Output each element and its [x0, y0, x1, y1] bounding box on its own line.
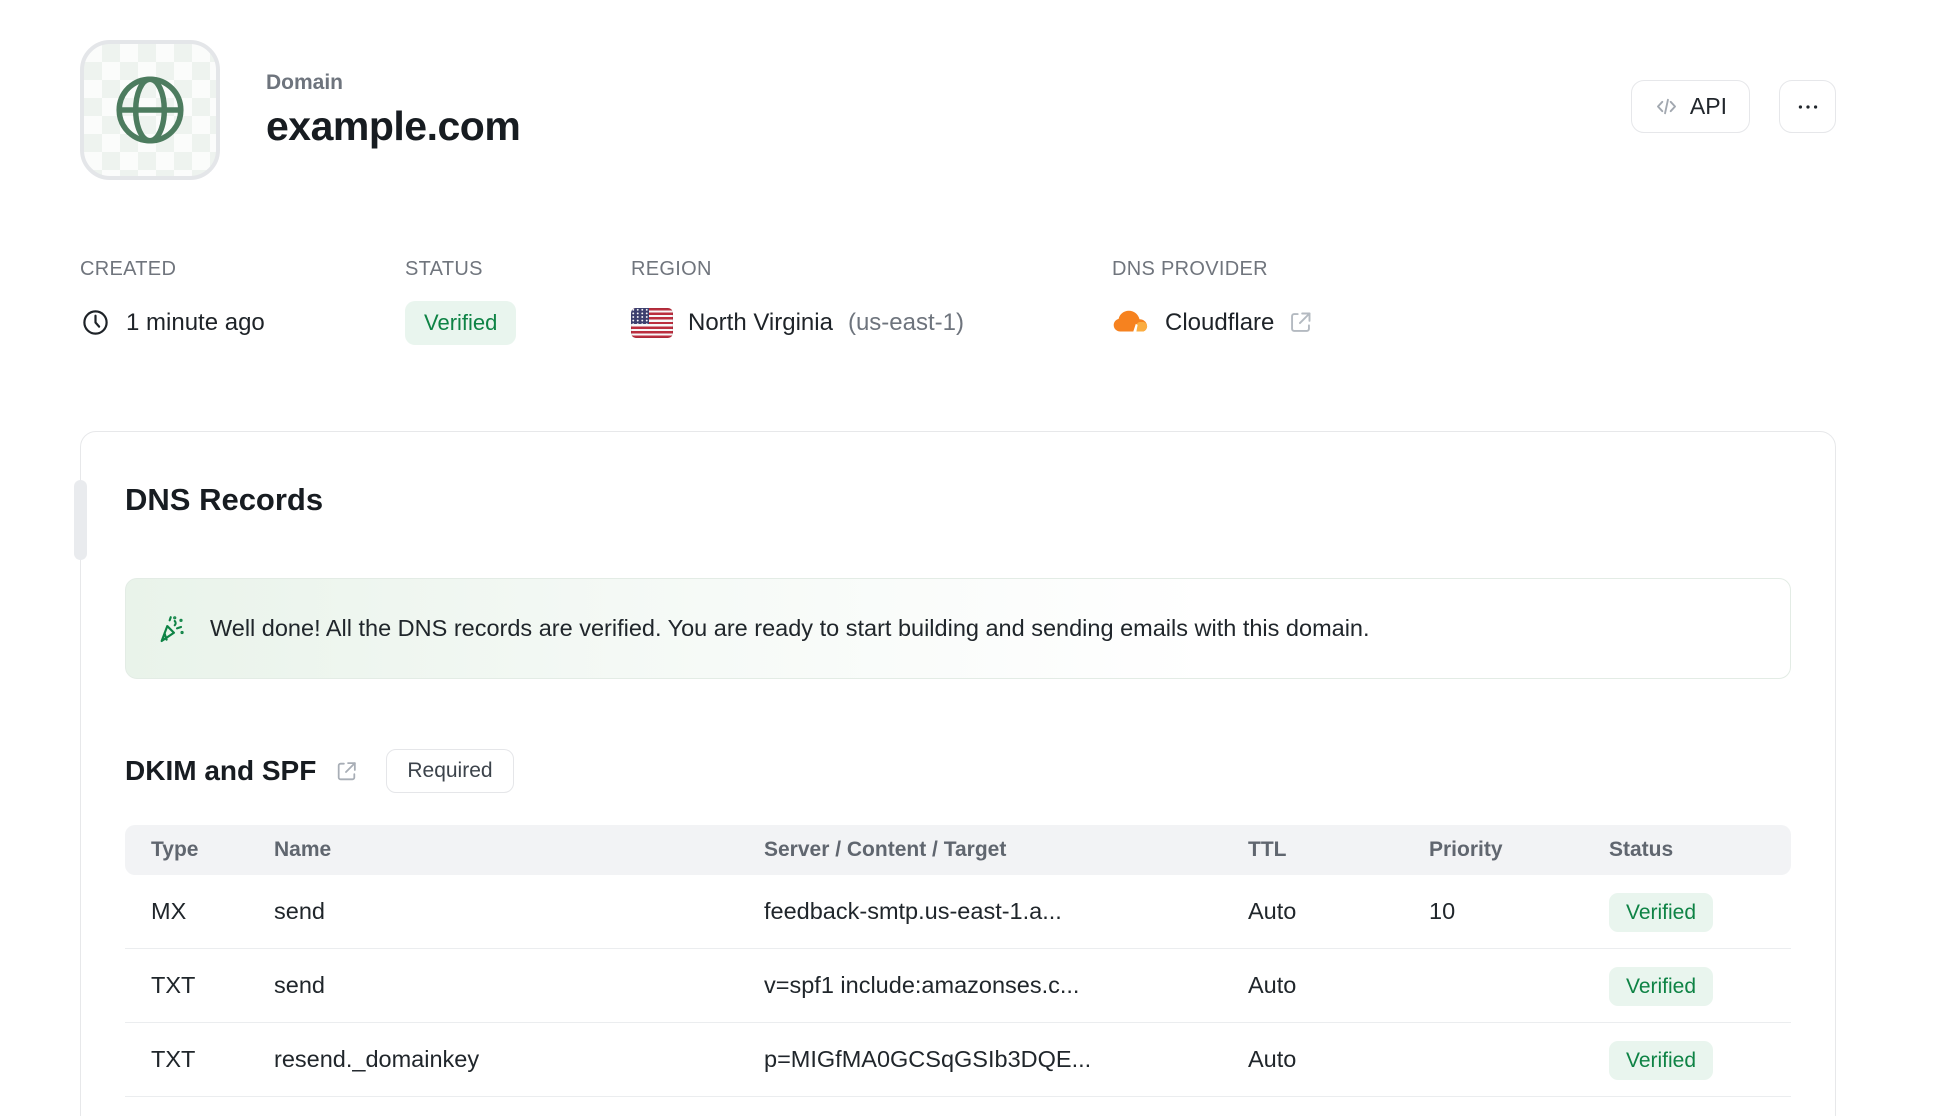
col-priority: Priority — [1429, 838, 1503, 861]
code-icon — [1656, 98, 1676, 115]
dns-table-header: Type Name Server / Content / Target TTL … — [125, 825, 1791, 875]
domain-avatar — [80, 40, 220, 180]
table-row: MX send feedback-smtp.us-east-1.a... Aut… — [125, 875, 1791, 949]
meta-status: STATUS Verified — [405, 258, 631, 345]
status-label: STATUS — [405, 258, 483, 280]
record-priority: 10 — [1429, 898, 1456, 924]
external-link-icon[interactable] — [334, 759, 359, 784]
record-type: MX — [151, 898, 187, 924]
region-code: (us-east-1) — [847, 308, 964, 336]
dns-table: Type Name Server / Content / Target TTL … — [125, 825, 1791, 1097]
record-content: feedback-smtp.us-east-1.a... — [764, 898, 1062, 924]
created-value: 1 minute ago — [126, 308, 265, 336]
party-popper-icon — [160, 615, 184, 642]
entity-type-label: Domain — [266, 70, 344, 94]
record-type: TXT — [151, 972, 196, 998]
status-badge: Verified — [405, 300, 517, 345]
col-name: Name — [274, 838, 332, 861]
record-status-badge: Verified — [1609, 1041, 1714, 1080]
record-content: p=MIGfMA0GCSqGSIb3DQE... — [764, 1046, 1092, 1072]
dns-records-title: DNS Records — [125, 482, 324, 517]
col-ttl: TTL — [1248, 838, 1287, 861]
record-ttl: Auto — [1248, 1046, 1297, 1072]
record-status-badge: Verified — [1609, 967, 1714, 1006]
dns-provider-link[interactable]: Cloudflare — [1112, 309, 1314, 337]
dns-provider-label: DNS PROVIDER — [1112, 258, 1268, 280]
cloudflare-icon — [1113, 310, 1148, 331]
section-scroll-indicator — [74, 480, 87, 560]
success-banner-text: Well done! All the DNS records are verif… — [210, 615, 1370, 641]
meta-created: CREATED 1 minute ago — [80, 258, 405, 345]
record-ttl: Auto — [1248, 972, 1297, 998]
dns-provider-value: Cloudflare — [1165, 308, 1275, 336]
record-content: v=spf1 include:amazonses.c... — [764, 972, 1080, 998]
api-button-label: API — [1689, 93, 1727, 119]
meta-row: CREATED 1 minute ago STATUS Verified REG… — [80, 258, 1836, 345]
record-name: send — [274, 972, 325, 998]
globe-icon — [116, 76, 184, 144]
more-options-button[interactable] — [1779, 80, 1836, 133]
created-label: CREATED — [80, 258, 177, 280]
dkim-spf-section-header: DKIM and SPF Required — [125, 749, 1791, 793]
page-title: example.com — [266, 102, 521, 149]
record-name: resend._domainkey — [274, 1046, 480, 1072]
success-banner: Well done! All the DNS records are verif… — [125, 578, 1791, 679]
table-row: TXT resend._domainkey p=MIGfMA0GCSqGSIb3… — [125, 1023, 1791, 1097]
meta-dns-provider: DNS PROVIDER Cloudflare — [1112, 258, 1314, 345]
record-type: TXT — [151, 1046, 196, 1072]
meta-region: REGION North Virginia (us-east-1) — [631, 258, 1112, 345]
api-button[interactable]: API — [1630, 80, 1750, 133]
col-type: Type — [151, 838, 199, 861]
col-status: Status — [1609, 838, 1674, 861]
clock-icon — [83, 310, 108, 335]
external-link-icon — [1291, 312, 1311, 332]
region-label: REGION — [631, 258, 712, 280]
record-ttl: Auto — [1248, 898, 1297, 924]
table-row: TXT send v=spf1 include:amazonses.c... A… — [125, 949, 1791, 1023]
page-header: Domain example.com API — [80, 0, 1836, 180]
us-flag-icon — [631, 307, 673, 338]
dns-records-card: DNS Records Well done! All the DNS recor… — [74, 431, 1836, 1116]
region-value: North Virginia — [688, 308, 833, 336]
ellipsis-icon — [1798, 104, 1817, 109]
col-content: Server / Content / Target — [764, 838, 1007, 861]
record-status-badge: Verified — [1609, 893, 1714, 932]
record-name: send — [274, 898, 325, 924]
required-badge: Required — [386, 749, 514, 793]
domain-detail-page: Domain example.com API CREATED 1 minute … — [0, 0, 1944, 1116]
dkim-spf-title: DKIM and SPF — [125, 755, 317, 786]
